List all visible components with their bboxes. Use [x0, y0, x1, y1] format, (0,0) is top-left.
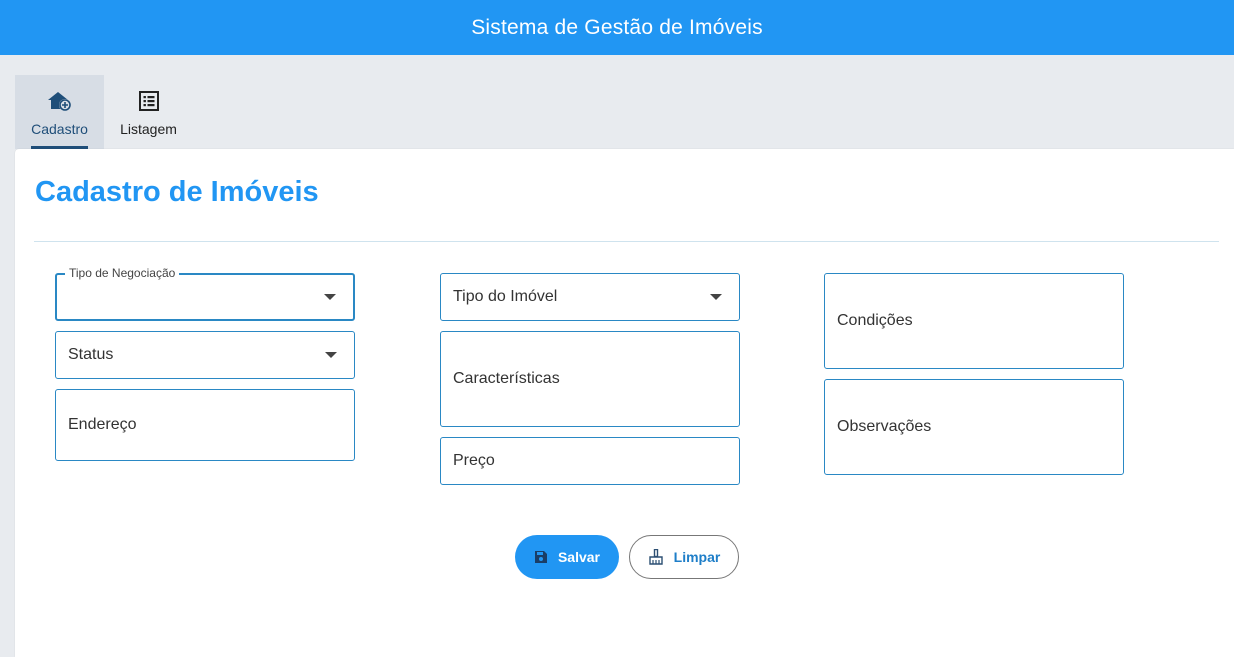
tab-cadastro[interactable]: Cadastro: [15, 75, 104, 149]
title-divider: [34, 241, 1219, 242]
tab-cadastro-label: Cadastro: [31, 121, 88, 137]
tab-listagem-label: Listagem: [120, 121, 177, 137]
endereco-field[interactable]: Endereço: [55, 389, 355, 461]
tipo-negociacao-label: Tipo de Negociação: [65, 266, 180, 280]
caracteristicas-placeholder: Características: [453, 370, 560, 387]
condicoes-field[interactable]: Condições: [824, 273, 1124, 369]
form-panel: Cadastro de Imóveis Tipo de Negociação S…: [15, 149, 1234, 657]
endereco-placeholder: Endereço: [68, 416, 137, 433]
chevron-down-icon: [325, 352, 337, 358]
clear-button-label: Limpar: [673, 549, 721, 565]
clear-button[interactable]: Limpar: [629, 535, 739, 579]
tab-listagem[interactable]: Listagem: [104, 75, 193, 149]
tipo-negociacao-select[interactable]: Tipo de Negociação: [55, 266, 355, 321]
chevron-down-icon: [710, 294, 722, 300]
broom-icon: [648, 549, 664, 565]
save-button-label: Salvar: [557, 549, 601, 565]
preco-field[interactable]: Preço: [440, 437, 740, 485]
preco-placeholder: Preço: [453, 452, 495, 469]
caracteristicas-field[interactable]: Características: [440, 331, 740, 427]
app-header: Sistema de Gestão de Imóveis: [0, 0, 1234, 55]
observacoes-field[interactable]: Observações: [824, 379, 1124, 475]
chevron-down-icon: [324, 294, 336, 300]
tipo-imovel-select[interactable]: Tipo do Imóvel: [440, 273, 740, 321]
list-icon: [138, 90, 160, 115]
save-button[interactable]: Salvar: [515, 535, 619, 579]
observacoes-placeholder: Observações: [837, 418, 932, 435]
floppy-disk-icon: [534, 550, 548, 564]
house-add-icon: [47, 90, 73, 115]
page-title: Cadastro de Imóveis: [35, 176, 319, 208]
status-select[interactable]: Status: [55, 331, 355, 379]
condicoes-placeholder: Condições: [837, 312, 913, 329]
tipo-imovel-placeholder: Tipo do Imóvel: [453, 288, 558, 305]
status-placeholder: Status: [68, 346, 114, 363]
app-title: Sistema de Gestão de Imóveis: [471, 15, 763, 39]
